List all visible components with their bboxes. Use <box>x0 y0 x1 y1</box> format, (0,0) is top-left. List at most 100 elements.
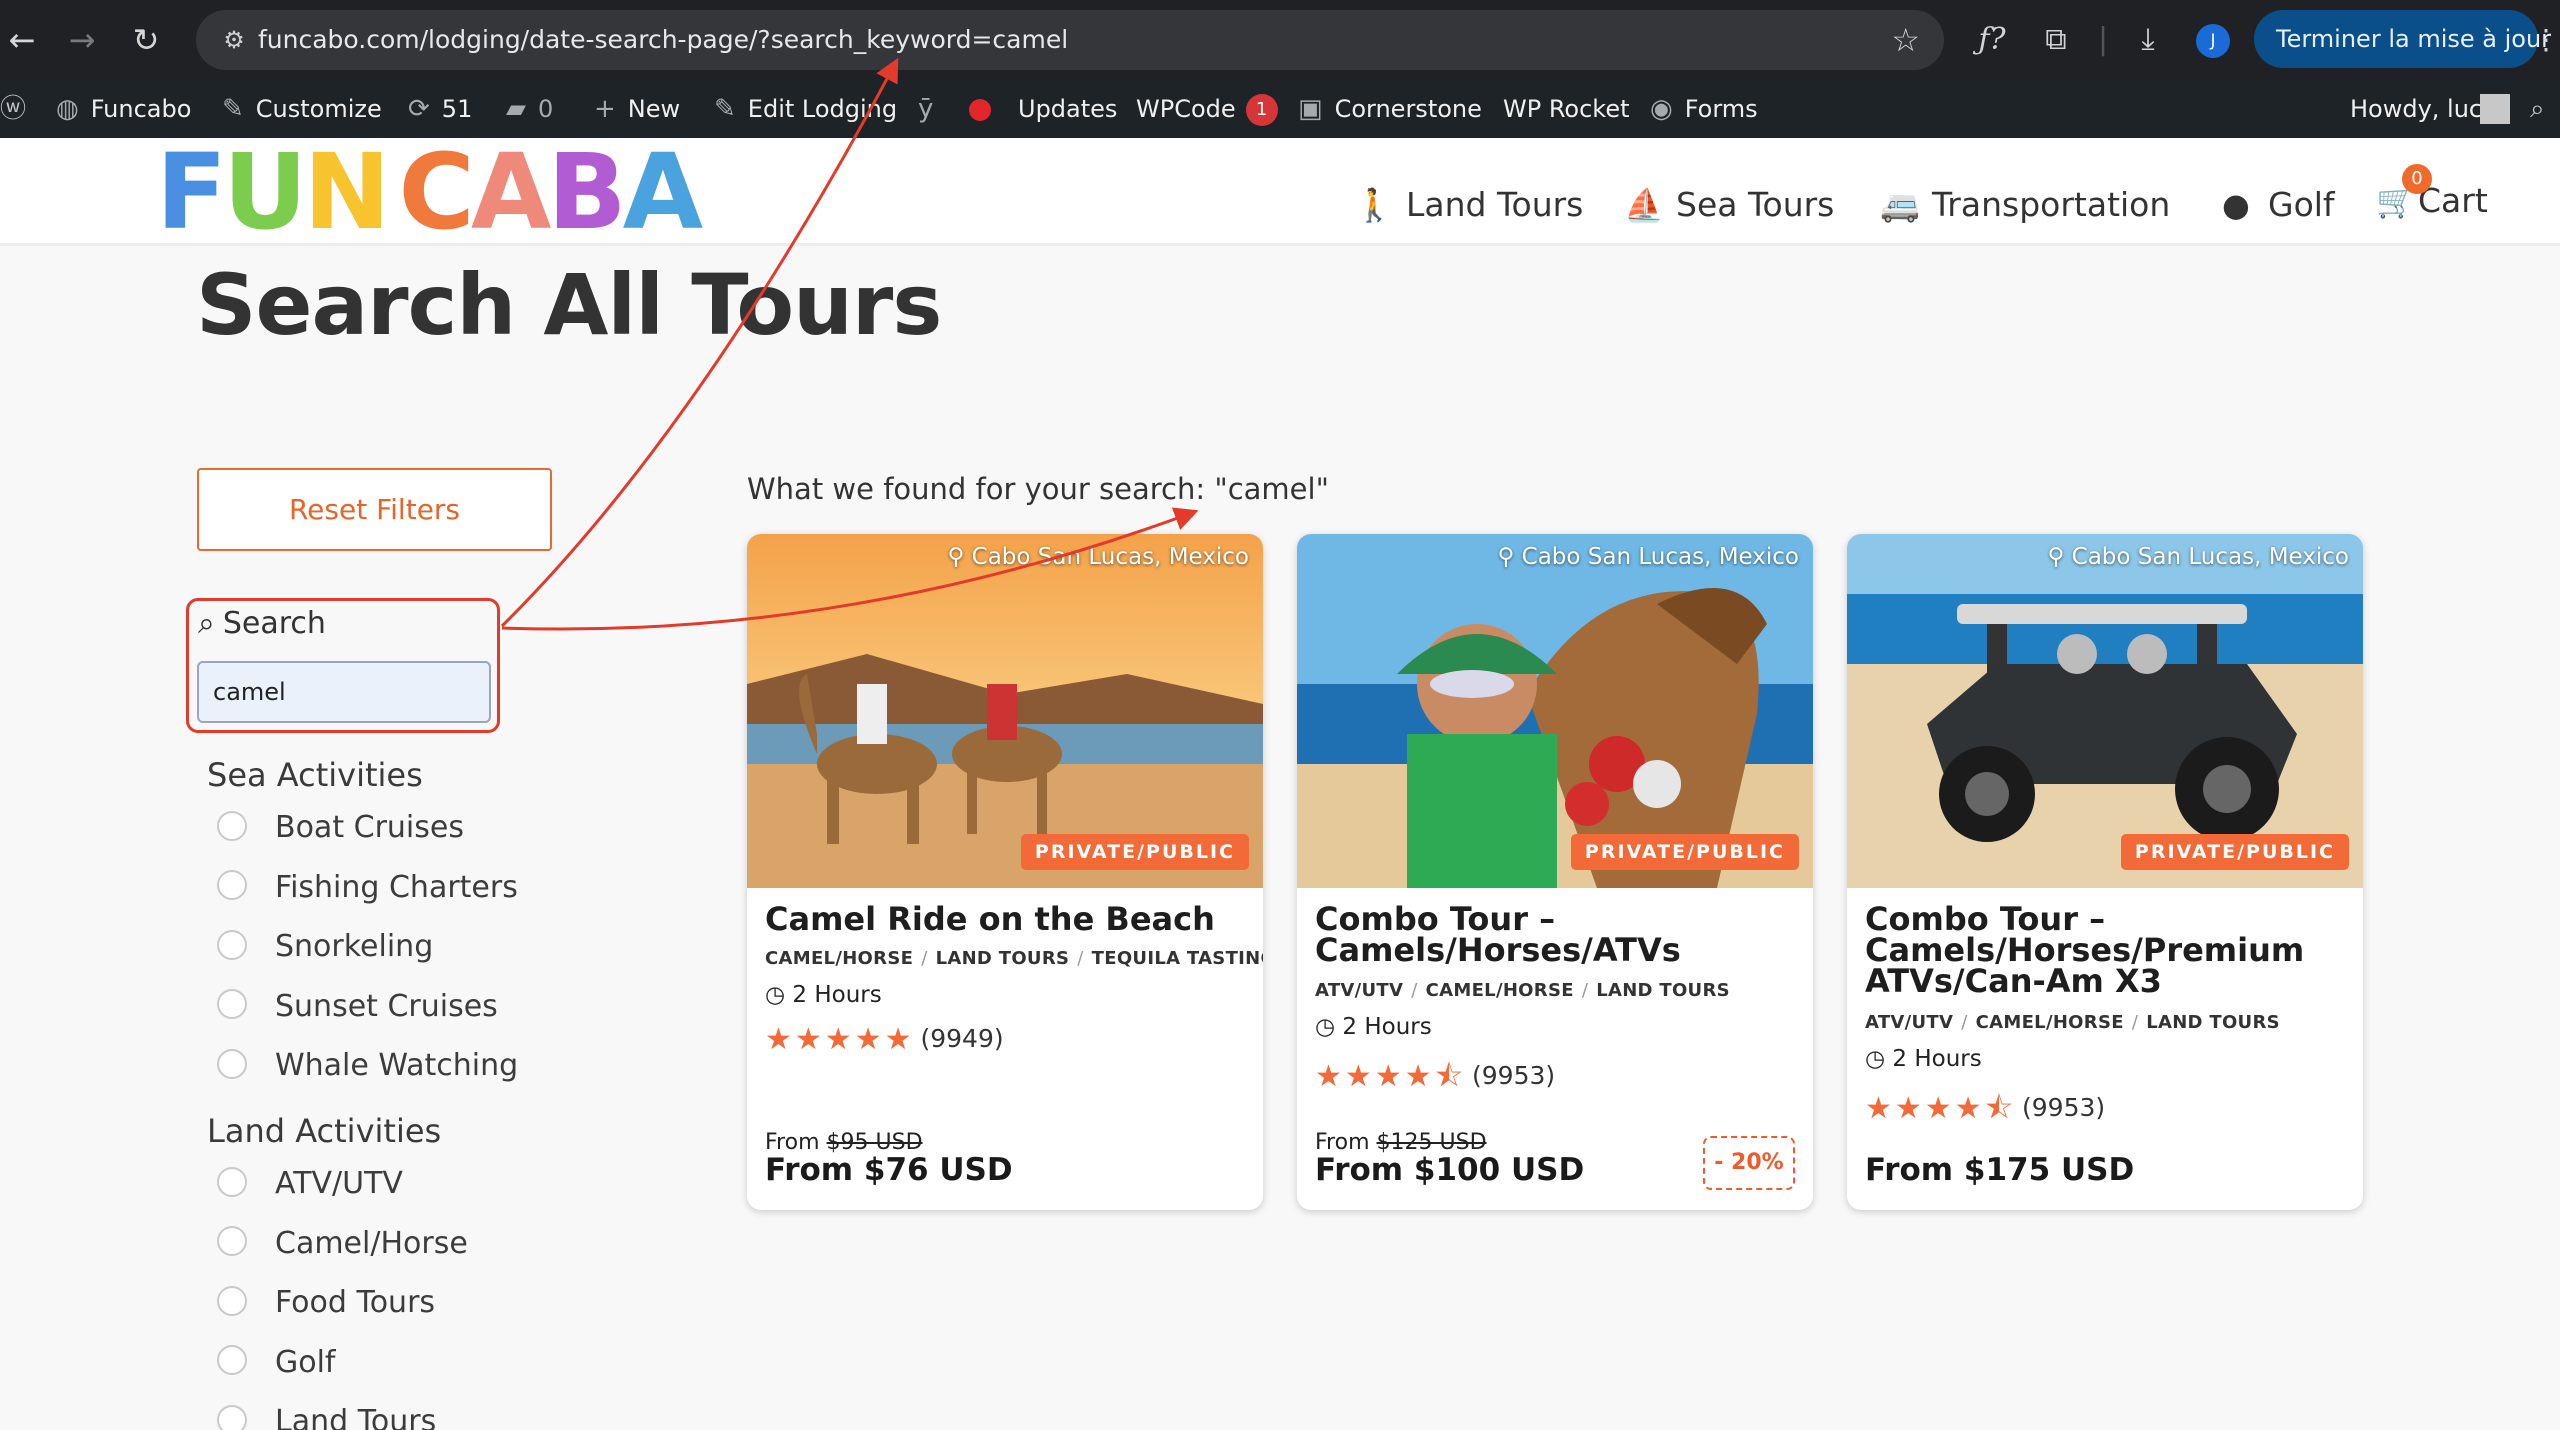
admin-site-link[interactable]: ◍ Funcabo <box>56 80 191 138</box>
profile-avatar[interactable]: J <box>2196 24 2230 58</box>
review-count: (9953) <box>2022 1093 2106 1122</box>
filter-radio[interactable] <box>217 1166 247 1197</box>
admin-new-link[interactable]: + New <box>594 80 680 138</box>
discount-badge: - 20% <box>1703 1136 1795 1190</box>
card-category[interactable]: TEQUILA TASTING <box>1092 948 1263 969</box>
card-title[interactable]: Camel Ride on the Beach <box>765 903 1245 935</box>
download-icon[interactable]: ⤓ <box>2130 20 2166 60</box>
card-title[interactable]: Combo Tour – Camels/Horses/ATVs <box>1315 903 1795 966</box>
logo-letter: A <box>470 131 551 253</box>
admin-wp-rocket-link[interactable]: WP Rocket <box>1503 80 1630 138</box>
logo-letter: C <box>398 131 475 253</box>
filter-option-label: Land Tours <box>275 1404 437 1430</box>
tour-image[interactable]: ⚲ Cabo San Lucas, Mexico PRIVATE/PUBLIC <box>1297 534 1813 888</box>
filter-option-label: Whale Watching <box>275 1048 519 1083</box>
wpcode-label: WPCode <box>1136 95 1236 123</box>
card-duration: ◷ 2 Hours <box>765 982 882 1008</box>
admin-wpcode-link[interactable]: WPCode 1 <box>1136 80 1278 138</box>
funcabo-logo[interactable]: FUN CABA <box>156 131 703 253</box>
bookmark-star-icon[interactable]: ☆ <box>1891 22 1920 58</box>
clock-icon: ◷ <box>1865 1046 1886 1072</box>
admin-updates-count[interactable]: ⟳ 51 <box>408 80 472 138</box>
filter-option-golf[interactable]: Golf <box>217 1343 336 1383</box>
card-category[interactable]: LAND TOURS <box>936 948 1070 969</box>
formula-extension-icon[interactable]: ƒ? <box>1974 20 2010 60</box>
card-rating: ★★★★⯪ (9953) <box>1315 1054 1555 1105</box>
card-category[interactable]: ATV/UTV <box>1315 980 1403 1001</box>
card-category[interactable]: LAND TOURS <box>1596 980 1730 1001</box>
wordpress-logo-icon[interactable]: ⓦ <box>0 80 26 138</box>
filter-radio[interactable] <box>217 1226 247 1256</box>
filter-radio[interactable] <box>217 989 247 1019</box>
logo-letter: F <box>156 131 227 253</box>
card-categories: CAMEL/HORSE / LAND TOURS / TEQUILA TASTING <box>765 948 1263 969</box>
card-category[interactable]: LAND TOURS <box>2146 1012 2280 1033</box>
filter-radio[interactable] <box>217 810 247 841</box>
nav-golf-label: Golf <box>2268 185 2335 224</box>
review-count: (9949) <box>920 1024 1004 1053</box>
star-rating-icon: ★★★★⯪ <box>1315 1059 1466 1094</box>
reset-filters-button[interactable]: Reset Filters <box>197 468 552 551</box>
filter-radio[interactable] <box>217 1345 247 1375</box>
logo-letter: U <box>223 131 307 253</box>
update-browser-button[interactable]: Terminer la mise à jour <box>2254 10 2551 68</box>
filter-option-atv-utv[interactable]: ATV/UTV <box>217 1164 403 1204</box>
admin-howdy[interactable]: Howdy, luc <box>2350 80 2482 138</box>
filter-option-land-tours[interactable]: Land Tours <box>217 1402 436 1430</box>
card-category[interactable]: CAMEL/HORSE <box>1426 980 1574 1001</box>
tour-card[interactable]: ⚲ Cabo San Lucas, Mexico PRIVATE/PUBLIC … <box>1297 534 1813 1210</box>
nav-sea-tours[interactable]: ⛵ Sea Tours <box>1624 182 1834 228</box>
hiker-icon: 🚶 <box>1354 186 1394 224</box>
search-input[interactable] <box>197 661 491 723</box>
filter-option-food-tours[interactable]: Food Tours <box>217 1283 435 1323</box>
forward-icon[interactable]: → <box>62 20 102 60</box>
admin-edit-lodging-link[interactable]: ✎ Edit Lodging <box>714 80 897 138</box>
tour-card[interactable]: ⚲ Cabo San Lucas, Mexico PRIVATE/PUBLIC … <box>747 534 1263 1210</box>
logo-letter: A <box>622 131 703 253</box>
filter-option-boat-cruises[interactable]: Boat Cruises <box>217 808 464 848</box>
filter-option-sunset-cruises[interactable]: Sunset Cruises <box>217 987 498 1027</box>
admin-cornerstone-link[interactable]: ▣ Cornerstone <box>1298 80 1482 138</box>
admin-customize-link[interactable]: ✎ Customize <box>222 80 382 138</box>
filter-radio[interactable] <box>217 1404 247 1430</box>
browser-menu-icon[interactable]: ⋮ <box>2532 20 2560 60</box>
cornerstone-icon: ▣ <box>1298 94 1323 124</box>
back-icon[interactable]: ← <box>2 20 42 60</box>
forms-icon: ◉ <box>1650 94 1673 124</box>
site-header: FUN CABA 🚶 Land Tours ⛵ Sea Tours 🚐 Transpo… <box>0 138 2560 246</box>
admin-updates-link[interactable]: Updates <box>1018 80 1117 138</box>
nav-cart[interactable]: 🛒Cart <box>2376 178 2488 224</box>
record-dot-icon <box>969 99 991 121</box>
site-info-icon[interactable]: ⚙ <box>218 24 250 56</box>
card-category[interactable]: ATV/UTV <box>1865 1012 1953 1033</box>
nav-transportation[interactable]: 🚐 Transportation <box>1880 182 2170 228</box>
url-text[interactable]: funcabo.com/lodging/date-search-page/?se… <box>258 10 1068 70</box>
tour-image[interactable]: ⚲ Cabo San Lucas, Mexico PRIVATE/PUBLIC <box>1847 534 2363 888</box>
filter-option-whale-watching[interactable]: Whale Watching <box>217 1046 518 1086</box>
pencil-icon: ✎ <box>714 94 736 124</box>
filter-radio[interactable] <box>217 1285 247 1316</box>
admin-search-icon[interactable]: ⌕ <box>2530 80 2560 138</box>
filter-radio[interactable] <box>217 929 247 960</box>
filter-option-snorkeling[interactable]: Snorkeling <box>217 927 433 967</box>
card-categories: ATV/UTV / CAMEL/HORSE / LAND TOURS <box>1865 1012 2280 1033</box>
nav-land-tours[interactable]: 🚶 Land Tours <box>1354 182 1583 228</box>
reload-icon[interactable]: ↻ <box>126 20 166 60</box>
yoast-seo-icon[interactable]: ȳ <box>918 80 933 138</box>
card-category[interactable]: CAMEL/HORSE <box>765 948 913 969</box>
extensions-icon[interactable]: ⧉ <box>2038 20 2074 60</box>
card-category[interactable]: CAMEL/HORSE <box>1976 1012 2124 1033</box>
admin-comments[interactable]: ▰ 0 <box>506 80 553 138</box>
user-avatar[interactable] <box>2480 94 2510 124</box>
sea-activities-heading: Sea Activities <box>207 756 423 794</box>
address-bar[interactable]: ⚙ funcabo.com/lodging/date-search-page/?… <box>196 10 1944 70</box>
nav-golf[interactable]: ● Golf <box>2216 182 2335 228</box>
admin-forms-link[interactable]: ◉ Forms <box>1650 80 1758 138</box>
filter-option-fishing-charters[interactable]: Fishing Charters <box>217 868 518 908</box>
filter-radio[interactable] <box>217 1048 247 1079</box>
tour-card[interactable]: ⚲ Cabo San Lucas, Mexico PRIVATE/PUBLIC … <box>1847 534 2363 1210</box>
card-title[interactable]: Combo Tour – Camels/Horses/Premium ATVs/… <box>1865 903 2345 997</box>
filter-radio[interactable] <box>217 870 247 900</box>
tour-image[interactable]: ⚲ Cabo San Lucas, Mexico PRIVATE/PUBLIC <box>747 534 1263 888</box>
filter-option-camel-horse[interactable]: Camel/Horse <box>217 1224 468 1264</box>
